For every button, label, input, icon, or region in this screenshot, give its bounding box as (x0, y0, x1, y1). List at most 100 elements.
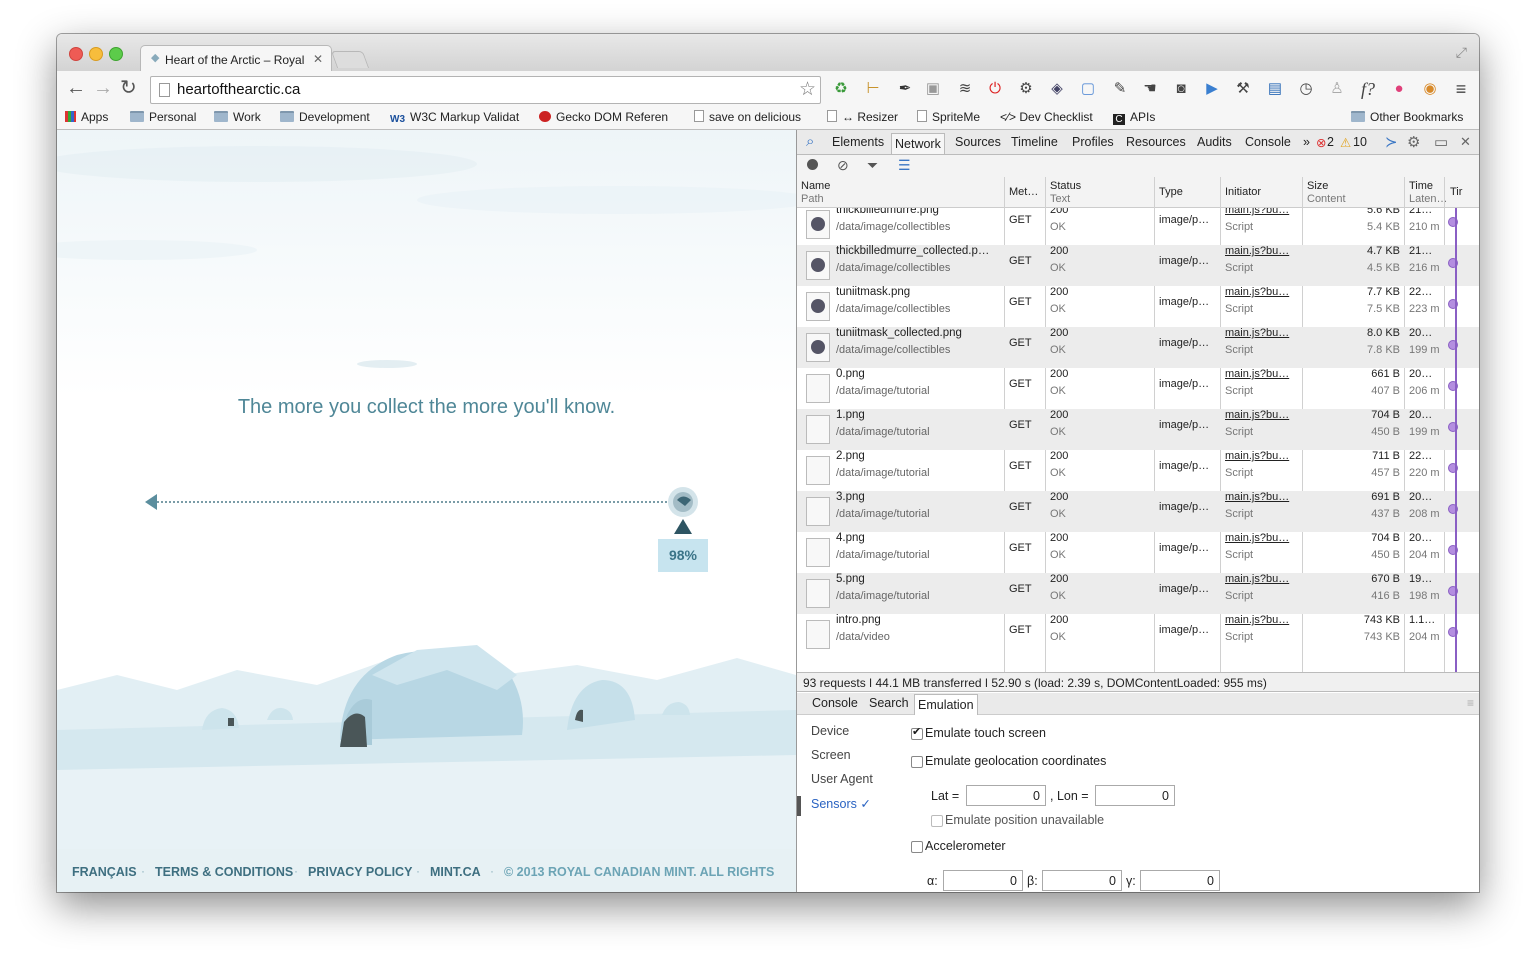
col-initiator-header[interactable]: Initiator (1225, 186, 1261, 199)
tab-elements[interactable]: Elements (832, 135, 884, 149)
extension-fonts-icon[interactable]: f? (1358, 79, 1378, 99)
drawer-tab-search[interactable]: Search (869, 696, 909, 710)
lat-input[interactable]: 0 (966, 785, 1046, 806)
window-minimize-button[interactable] (89, 47, 103, 61)
extension-play-icon[interactable]: ▶ (1202, 79, 1222, 99)
request-initiator[interactable]: main.js?bu… (1225, 286, 1289, 298)
table-row[interactable]: 0.png/data/image/tutorial GET 200 OK image/p… (797, 368, 1479, 409)
browser-tab[interactable]: ◆ Heart of the Arctic – Royal ✕ (140, 45, 332, 72)
request-initiator[interactable]: main.js?bu… (1225, 532, 1289, 544)
table-row[interactable]: thickbilledmurre.png/data/image/collecti… (797, 208, 1479, 245)
back-icon[interactable]: ← (66, 77, 86, 99)
extension-gear-icon[interactable]: ⚙ (1016, 79, 1036, 99)
drawer-tab-console[interactable]: Console (812, 696, 858, 710)
fullscreen-icon[interactable]: ⤢ (1456, 44, 1467, 61)
dock-icon[interactable]: ▭ (1434, 133, 1448, 151)
extension-android-icon[interactable]: ♙ (1327, 79, 1347, 99)
request-initiator[interactable]: main.js?bu… (1225, 491, 1289, 503)
emulation-section-user-agent[interactable]: User Agent (811, 772, 873, 786)
extension-in-icon[interactable]: ▣ (923, 79, 943, 99)
request-initiator[interactable]: main.js?bu… (1225, 614, 1289, 626)
extension-builtwith-icon[interactable]: ◈ (1047, 79, 1067, 99)
window-zoom-button[interactable] (109, 47, 123, 61)
col-name-header[interactable]: Name Path (801, 180, 830, 206)
footer-mint-link[interactable]: MINT.CA (430, 865, 481, 879)
extension-clock-icon[interactable]: ◷ (1296, 79, 1316, 99)
footer-terms-link[interactable]: TERMS & CONDITIONS (155, 865, 293, 879)
table-row[interactable]: 1.png/data/image/tutorial GET 200 OK image/p… (797, 409, 1479, 450)
settings-gear-icon[interactable]: ⚙ (1407, 133, 1420, 151)
footer-francais-link[interactable]: FRANÇAIS (72, 865, 137, 879)
more-tabs-icon[interactable]: » (1303, 135, 1310, 149)
filter-icon[interactable]: ⏷ (867, 157, 878, 174)
touch-screen-checkbox[interactable] (911, 725, 923, 740)
request-initiator[interactable]: main.js?bu… (1225, 327, 1289, 339)
drawer-tab-emulation[interactable]: Emulation (914, 694, 978, 715)
forward-icon[interactable]: → (93, 77, 113, 99)
bookmark-personal[interactable]: Personal (130, 110, 196, 124)
bookmark-dev-checklist[interactable]: <⁄> Dev Checklist (1000, 110, 1093, 124)
tab-network[interactable]: Network (891, 133, 945, 154)
inspect-search-icon[interactable]: ⌕ (806, 133, 814, 150)
request-initiator[interactable]: main.js?bu… (1225, 573, 1289, 585)
table-row[interactable]: 2.png/data/image/tutorial GET 200 OK image/p… (797, 450, 1479, 491)
alpha-input[interactable]: 0 (943, 870, 1023, 891)
tab-close-icon[interactable]: ✕ (313, 52, 323, 66)
tab-timeline[interactable]: Timeline (1011, 135, 1058, 149)
beta-input[interactable]: 0 (1042, 870, 1122, 891)
request-initiator[interactable]: main.js?bu… (1225, 368, 1289, 380)
clear-icon[interactable]: ⊘ (837, 157, 849, 174)
request-initiator[interactable]: main.js?bu… (1225, 450, 1289, 462)
bookmark-apps[interactable]: Apps (65, 110, 108, 124)
extension-adblock-icon[interactable]: ⏻ (985, 79, 1005, 99)
bookmark-w3c[interactable]: W3 W3C Markup Validat (390, 110, 519, 125)
extension-pink-icon[interactable]: ● (1389, 79, 1409, 99)
col-method-header[interactable]: Met… (1009, 186, 1038, 199)
bookmark-other[interactable]: Other Bookmarks (1351, 110, 1463, 124)
lon-input[interactable]: 0 (1095, 785, 1175, 806)
extension-chrome-icon[interactable]: ◉ (1420, 79, 1440, 99)
col-size-header[interactable]: Size Content (1307, 180, 1346, 206)
bookmark-resizer[interactable]: ↔ Resizer (827, 110, 898, 124)
emulation-section-device[interactable]: Device (811, 724, 849, 738)
record-icon[interactable] (807, 159, 818, 170)
tab-console[interactable]: Console (1245, 135, 1291, 149)
bookmark-gecko[interactable]: Gecko DOM Referen (539, 110, 668, 124)
window-close-button[interactable] (69, 47, 83, 61)
bookmark-spriteme[interactable]: SpriteMe (917, 110, 980, 124)
table-row[interactable]: thickbilledmurre_collected.p… /data/image… (797, 245, 1479, 286)
footer-privacy-link[interactable]: PRIVACY POLICY (308, 865, 412, 879)
console-drawer-icon[interactable]: ≻ (1385, 133, 1398, 151)
drawer-resize-icon[interactable]: ≡ (1467, 696, 1474, 710)
table-row[interactable]: 3.png/data/image/tutorial GET 200 OK image/p… (797, 491, 1479, 532)
extension-hand-icon[interactable]: ☚ (1140, 79, 1160, 99)
col-status-header[interactable]: Status Text (1050, 180, 1081, 206)
position-unavailable-checkbox[interactable] (931, 815, 943, 827)
reload-icon[interactable]: ↻ (120, 77, 137, 99)
table-row[interactable]: tuniitmask.png/data/image/collectibles GE… (797, 286, 1479, 327)
extension-wrench-icon[interactable]: ⚒ (1233, 79, 1253, 99)
bookmark-apis[interactable]: C APIs (1113, 110, 1155, 125)
extension-layers-icon[interactable]: ≋ (955, 79, 975, 99)
bookmark-work[interactable]: Work (214, 110, 261, 124)
extension-evernote-icon[interactable]: ♻ (831, 79, 851, 99)
emulation-section-sensors[interactable]: Sensors ✓ (811, 796, 871, 811)
new-tab-button[interactable] (330, 51, 370, 68)
list-view-icon[interactable]: ☰ (898, 157, 911, 174)
extension-screen-icon[interactable]: ▤ (1265, 79, 1285, 99)
bookmark-development[interactable]: Development (280, 110, 370, 124)
close-devtools-icon[interactable]: ✕ (1460, 134, 1471, 150)
bookmark-delicious[interactable]: save on delicious (694, 110, 801, 124)
table-row[interactable]: intro.png/data/video GET 200 OK image/p… main… (797, 614, 1479, 655)
request-initiator[interactable]: main.js?bu… (1225, 245, 1289, 257)
error-count[interactable]: 2 (1327, 135, 1334, 149)
tab-sources[interactable]: Sources (955, 135, 1001, 149)
address-bar[interactable]: heartofthearctic.ca ☆ (150, 76, 821, 104)
table-row[interactable]: 4.png/data/image/tutorial GET 200 OK image/p… (797, 532, 1479, 573)
col-timeline-header[interactable]: Tir (1450, 186, 1462, 199)
extension-glasses-icon[interactable]: ◙ (1171, 79, 1191, 99)
extension-window-icon[interactable]: ▢ (1078, 79, 1098, 99)
extension-ruler-icon[interactable]: ⊢ (863, 79, 883, 99)
request-initiator[interactable]: main.js?bu… (1225, 208, 1289, 216)
table-row[interactable]: 5.png/data/image/tutorial GET 200 OK image/p… (797, 573, 1479, 614)
